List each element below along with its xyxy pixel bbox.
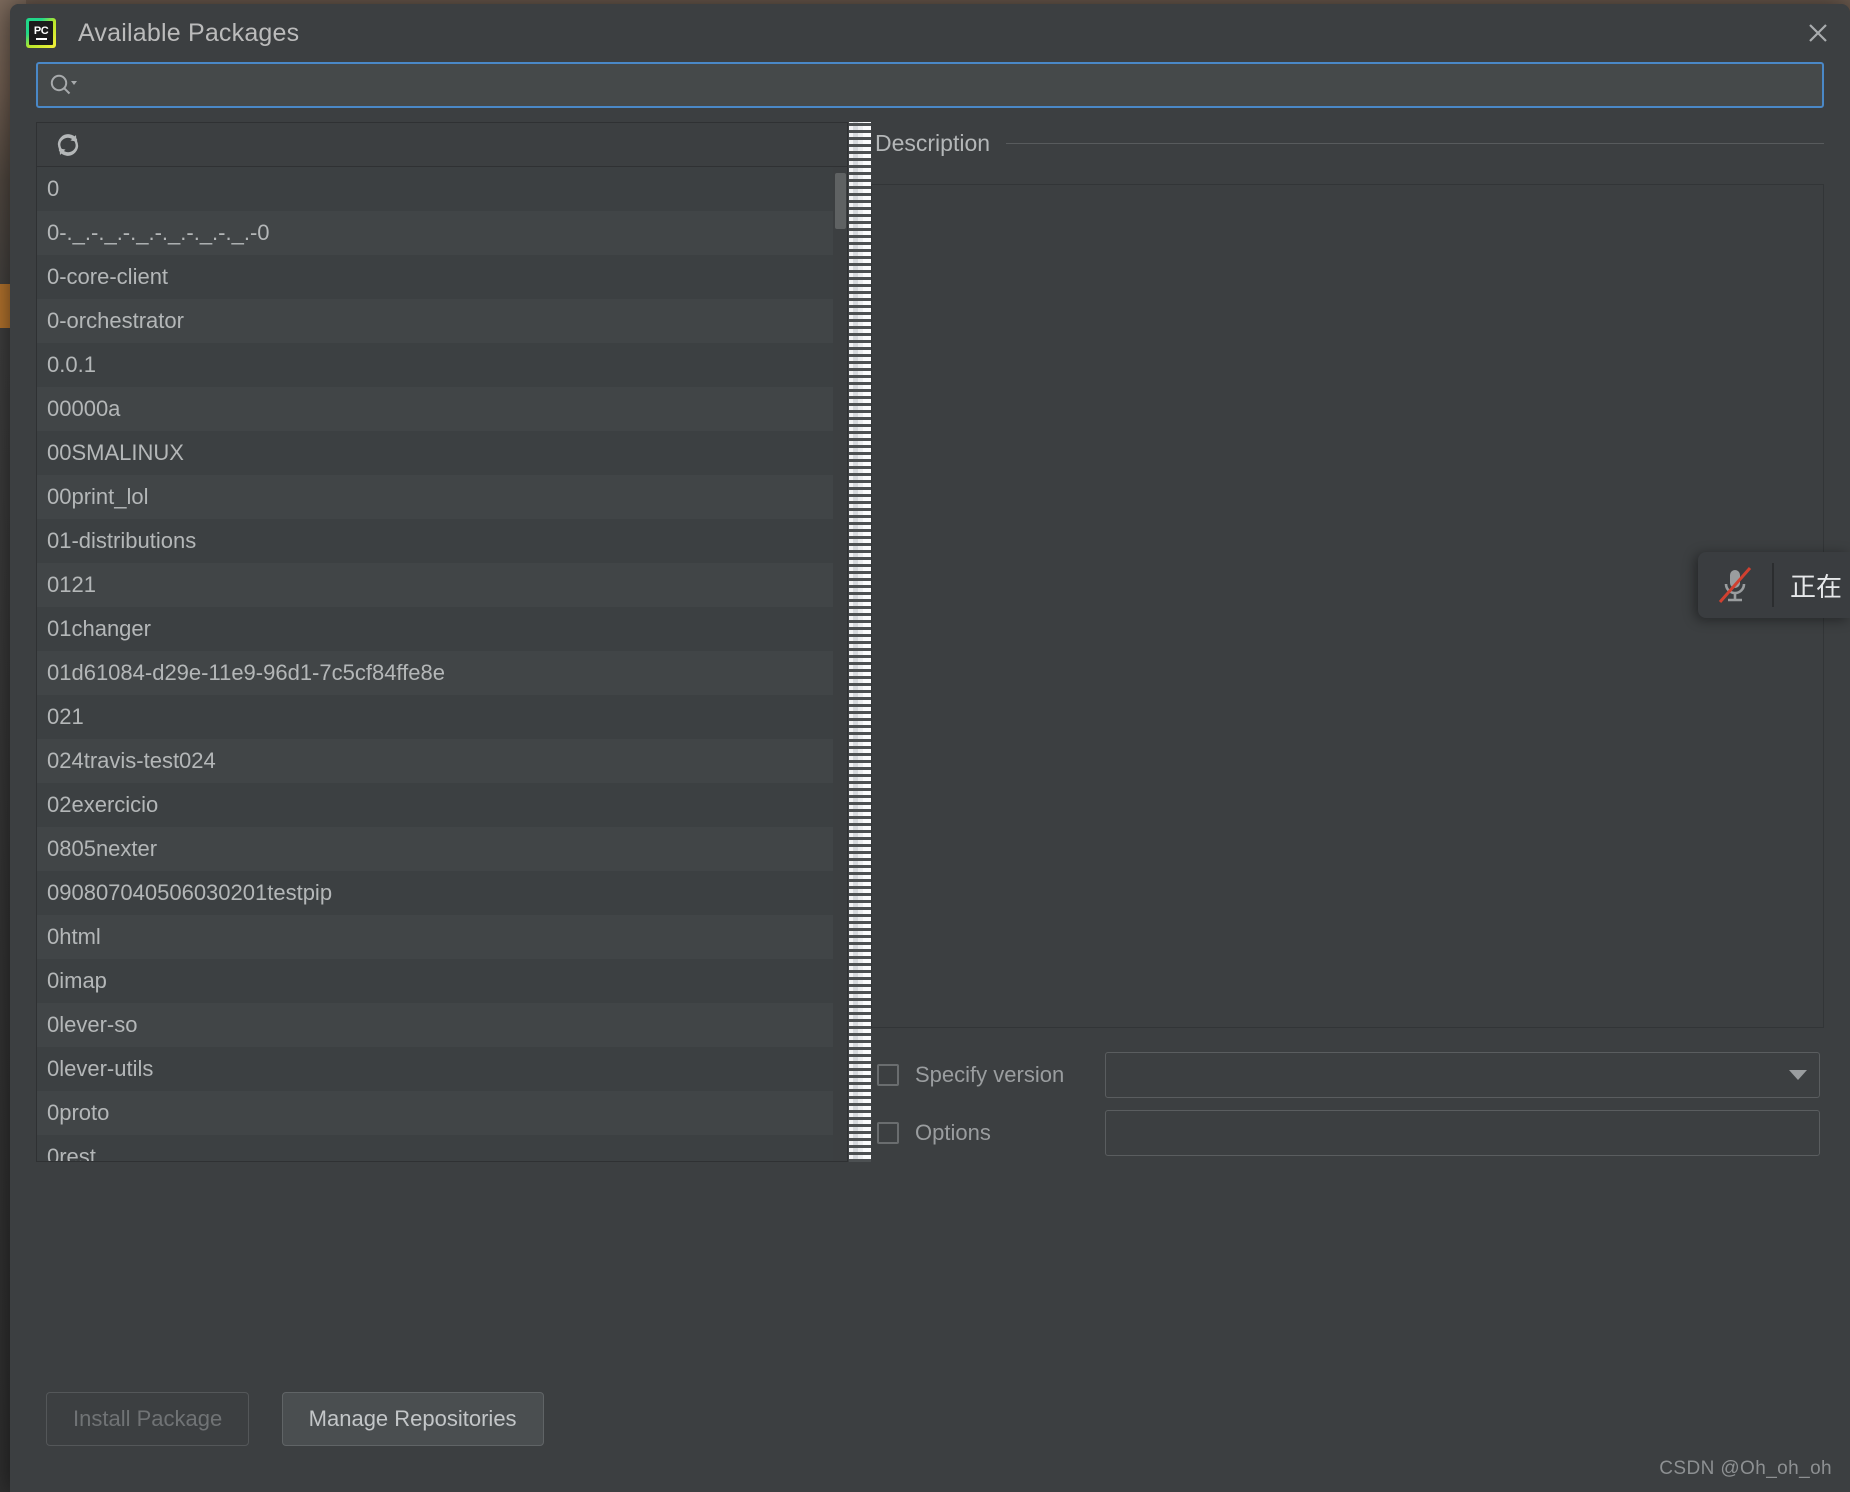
microphone-status-toast[interactable]: 正在 — [1697, 552, 1850, 618]
toast-text: 正在 — [1789, 571, 1842, 602]
package-list-item[interactable]: 0proto — [37, 1091, 847, 1135]
package-list-item[interactable]: 0lever-utils — [37, 1047, 847, 1091]
refresh-button[interactable] — [51, 130, 85, 160]
pycharm-icon: PC — [26, 18, 56, 48]
available-packages-dialog: PC Available Packages 0 0-._.-._.-._.-._… — [10, 4, 1850, 1492]
close-icon — [1809, 24, 1827, 42]
specify-version-label: Specify version — [915, 1062, 1065, 1087]
package-list-scrollbar[interactable] — [833, 167, 847, 1161]
chevron-down-icon — [1789, 1070, 1807, 1080]
search-icon[interactable] — [48, 72, 78, 98]
page-title: Available Packages — [78, 18, 300, 47]
package-list-item[interactable]: 0lever-so — [37, 1003, 847, 1047]
description-content — [871, 184, 1824, 1028]
package-list-item[interactable]: 01d61084-d29e-11e9-96d1-7c5cf84ffe8e — [37, 651, 847, 695]
package-list-item[interactable]: 090807040506030201testpip — [37, 871, 847, 915]
package-list-item[interactable]: 0-orchestrator — [37, 299, 847, 343]
package-list-item[interactable]: 0imap — [37, 959, 847, 1003]
package-list-item[interactable]: 00SMALINUX — [37, 431, 847, 475]
specify-version-checkbox[interactable] — [877, 1064, 899, 1086]
package-list-item[interactable]: 0html — [37, 915, 847, 959]
package-list-item[interactable]: 01changer — [37, 607, 847, 651]
package-list-item[interactable]: 0.0.1 — [37, 343, 847, 387]
package-list-item[interactable]: 0121 — [37, 563, 847, 607]
package-list-item[interactable]: 00000a — [37, 387, 847, 431]
package-list-item[interactable]: 00print_lol — [37, 475, 847, 519]
dialog-footer: Install Package Manage Repositories — [10, 1372, 1850, 1492]
dialog-titlebar: PC Available Packages — [10, 4, 1850, 62]
panel-splitter[interactable] — [849, 122, 871, 1162]
package-list-item[interactable]: 0-._.-._.-._.-._.-._.-._.-0 — [37, 211, 847, 255]
options-checkbox[interactable] — [877, 1122, 899, 1144]
specify-version-row: Specify version — [871, 1046, 1820, 1104]
description-header: Description — [871, 122, 1824, 164]
package-list-item[interactable]: 021 — [37, 695, 847, 739]
search-box[interactable] — [36, 62, 1824, 108]
specify-version-dropdown[interactable] — [1105, 1052, 1820, 1098]
package-list-item[interactable]: 0 — [37, 167, 847, 211]
package-list-item[interactable]: 0805nexter — [37, 827, 847, 871]
options-input[interactable] — [1105, 1110, 1820, 1156]
microphone-muted-icon — [1718, 567, 1752, 603]
description-title: Description — [875, 129, 991, 156]
install-package-button[interactable]: Install Package — [46, 1392, 250, 1446]
search-input[interactable] — [78, 73, 1812, 97]
scrollbar-thumb[interactable] — [835, 173, 846, 229]
watermark: CSDN @Oh_oh_oh — [1659, 1458, 1832, 1479]
package-list-item[interactable]: 0-core-client — [37, 255, 847, 299]
package-list-panel: 0 0-._.-._.-._.-._.-._.-._.-0 0-core-clien… — [36, 122, 848, 1162]
package-list-item[interactable]: 024travis-test024 — [37, 739, 847, 783]
list-toolbar — [37, 123, 847, 167]
package-list[interactable]: 0 0-._.-._.-._.-._.-._.-._.-0 0-core-clien… — [37, 167, 847, 1161]
package-list-item[interactable]: 02exercicio — [37, 783, 847, 827]
options-row: Options — [871, 1104, 1820, 1162]
search-row — [10, 62, 1850, 108]
description-panel: Description Specify version Options — [871, 122, 1824, 1162]
options-label: Options — [915, 1120, 991, 1145]
package-list-item[interactable]: 0rest — [37, 1135, 847, 1161]
options-block: Specify version Options — [871, 1046, 1824, 1162]
close-button[interactable] — [1786, 4, 1850, 62]
microphone-muted-icon-wrap — [1698, 552, 1772, 618]
package-list-item[interactable]: 01-distributions — [37, 519, 847, 563]
refresh-icon — [57, 133, 79, 156]
description-rule — [1006, 142, 1824, 144]
manage-repositories-button[interactable]: Manage Repositories — [281, 1392, 544, 1446]
dialog-body: 0 0-._.-._.-._.-._.-._.-._.-0 0-core-clien… — [10, 122, 1850, 1162]
